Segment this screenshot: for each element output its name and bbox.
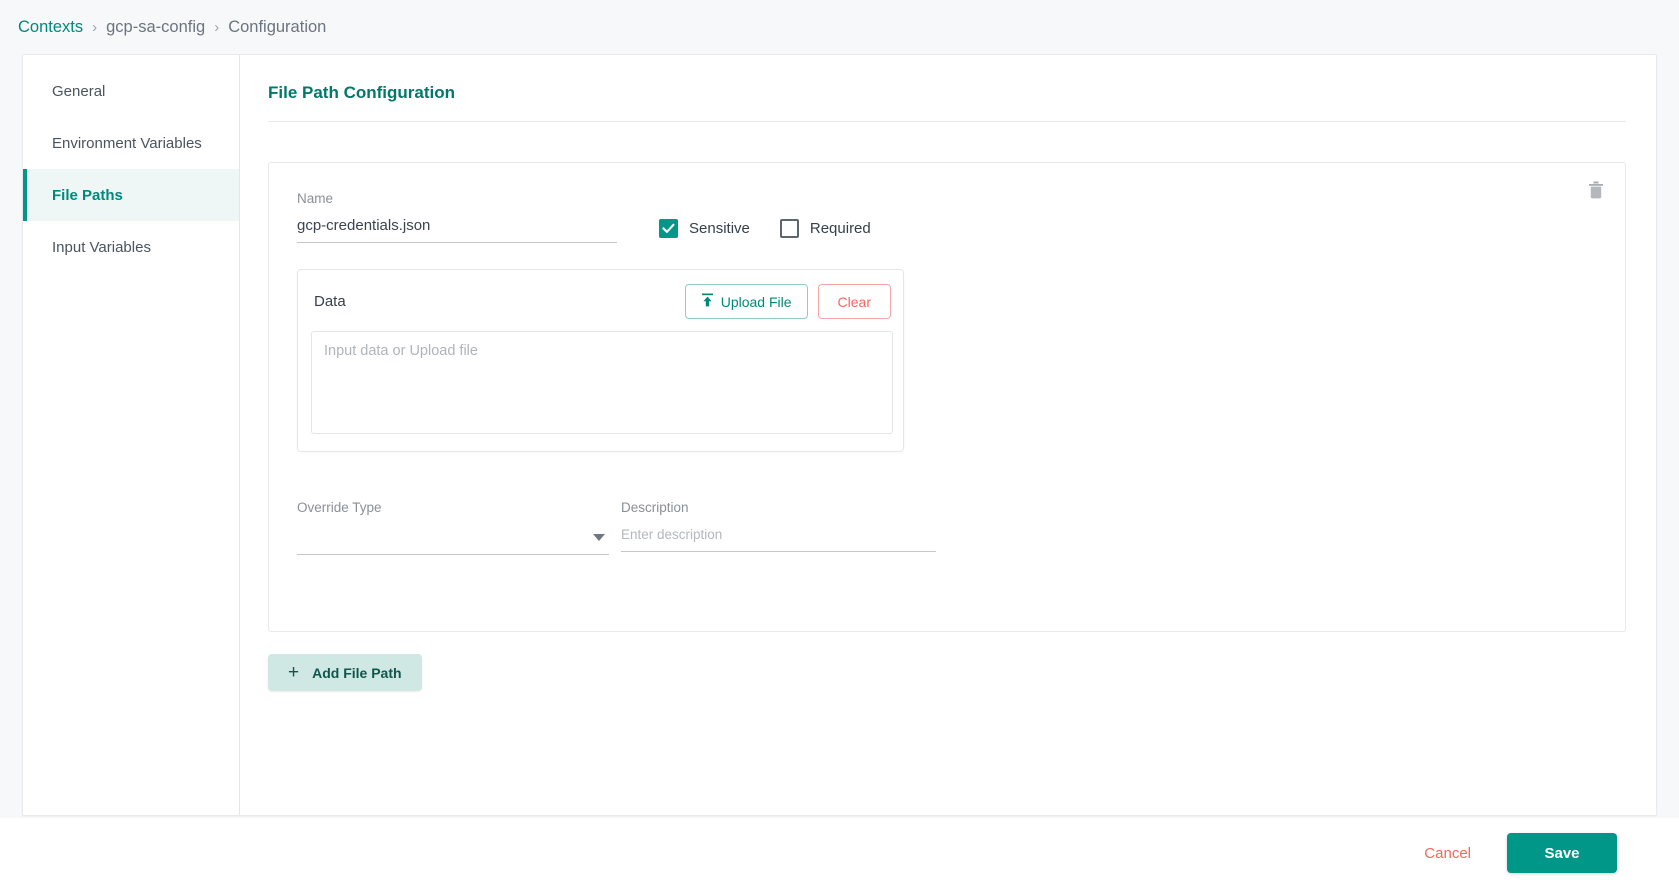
data-action-buttons: Upload File Clear: [684, 284, 891, 319]
save-label: Save: [1544, 844, 1580, 862]
breadcrumb: Contexts › gcp-sa-config › Configuration: [0, 0, 1679, 54]
content-area: File Path Configuration Name gcp-credent…: [240, 55, 1656, 815]
breadcrumb-link-context[interactable]: gcp-sa-config: [106, 18, 205, 37]
cancel-label: Cancel: [1424, 844, 1471, 862]
settings-sidebar: General Environment Variables File Paths…: [23, 55, 240, 815]
override-type-select-wrap: [297, 524, 609, 555]
sidebar-item-label: Input Variables: [52, 238, 151, 256]
sidebar-item-label: File Paths: [52, 186, 123, 204]
checkbox-unchecked-icon: [779, 219, 799, 238]
cancel-button[interactable]: Cancel: [1418, 837, 1477, 870]
clear-label: Clear: [837, 293, 871, 310]
configuration-shell: General Environment Variables File Paths…: [22, 54, 1657, 816]
checkbox-sensitive-label: Sensitive: [689, 220, 750, 237]
sidebar-item-input-variables[interactable]: Input Variables: [23, 221, 239, 273]
breadcrumb-current: Configuration: [228, 17, 327, 36]
description-input[interactable]: [621, 524, 936, 552]
override-type-select[interactable]: [297, 524, 609, 555]
upload-icon: [701, 293, 714, 310]
checkbox-sensitive[interactable]: Sensitive: [659, 219, 750, 238]
name-row: Name Sensitive Required: [297, 191, 1595, 243]
sidebar-item-general[interactable]: General: [23, 65, 239, 117]
checkbox-required-label: Required: [809, 220, 871, 237]
sidebar-item-label: General: [52, 82, 106, 100]
description-label: Description: [621, 500, 689, 515]
data-header: Data Upload File Clear: [311, 284, 893, 319]
name-input[interactable]: [297, 215, 617, 243]
plus-icon: +: [288, 662, 300, 683]
file-path-card: Name Sensitive Required: [268, 162, 1626, 632]
checkbox-group: Sensitive Required: [659, 219, 871, 243]
save-button[interactable]: Save: [1507, 833, 1617, 873]
data-label: Data: [314, 293, 346, 310]
override-type-label: Override Type: [297, 500, 382, 515]
add-file-path-label: Add File Path: [312, 664, 402, 681]
upload-file-label: Upload File: [720, 293, 792, 310]
data-textarea[interactable]: [311, 331, 893, 434]
footer-action-bar: Cancel Save: [0, 818, 1679, 888]
data-section: Data Upload File Clear Input data or Upl…: [297, 269, 904, 452]
upload-file-button[interactable]: Upload File: [684, 284, 808, 319]
description-group: Description: [621, 500, 936, 555]
clear-button[interactable]: Clear: [817, 284, 891, 319]
breadcrumb-link-contexts[interactable]: Contexts: [18, 18, 83, 37]
trash-icon[interactable]: [1583, 177, 1609, 203]
name-field-group: Name: [297, 191, 617, 243]
page-title: File Path Configuration: [268, 83, 455, 102]
breadcrumb-separator-icon: ›: [92, 18, 98, 36]
add-file-path-button[interactable]: + Add File Path: [268, 654, 422, 691]
breadcrumb-separator-icon-2: ›: [214, 18, 220, 36]
sidebar-item-environment-variables[interactable]: Environment Variables: [23, 117, 239, 169]
checkbox-checked-icon: [659, 219, 678, 238]
checkbox-required[interactable]: Required: [779, 219, 871, 238]
sidebar-item-label: Environment Variables: [52, 134, 202, 152]
name-label: Name: [297, 191, 334, 206]
title-divider: [268, 121, 1626, 122]
override-type-group: Override Type: [297, 500, 609, 555]
bottom-fields-row: Override Type Description: [297, 500, 1595, 555]
sidebar-item-file-paths[interactable]: File Paths: [23, 169, 239, 221]
